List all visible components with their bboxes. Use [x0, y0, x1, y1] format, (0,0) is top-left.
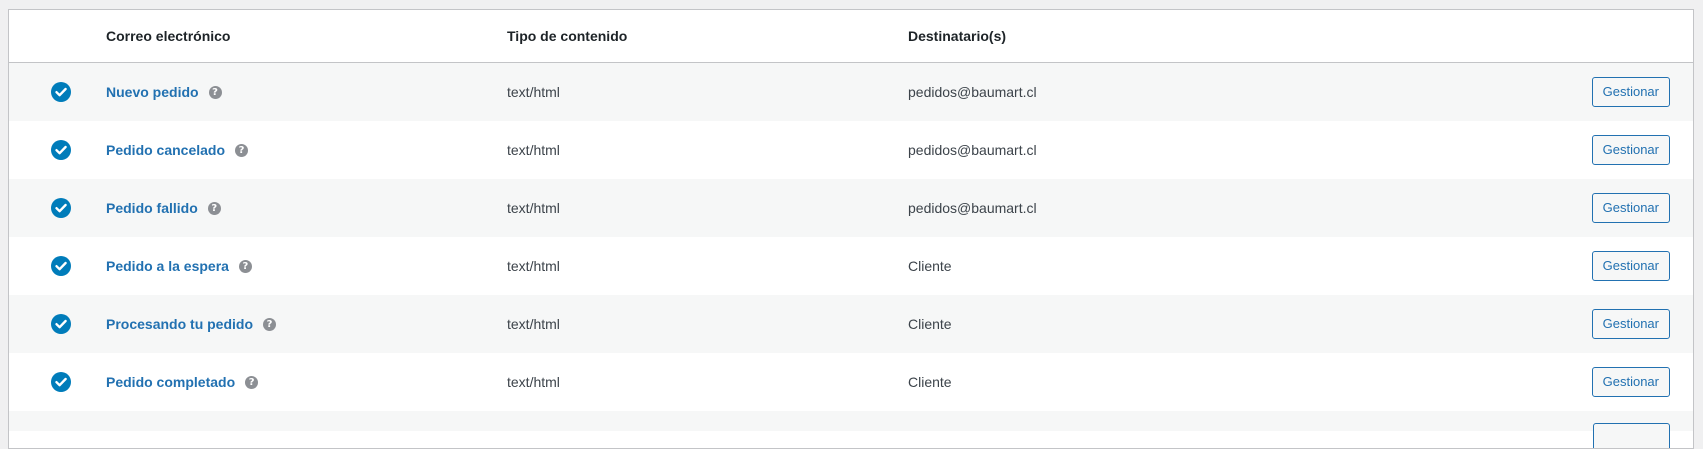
action-cell: Gestionar: [1549, 251, 1693, 281]
table-row: Procesando tu pedido ? text/html Cliente…: [9, 295, 1693, 353]
content-type-cell: text/html: [507, 84, 560, 100]
check-circle-icon: [50, 256, 71, 276]
email-cell: Pedido fallido ?: [106, 200, 507, 216]
recipient-cell: Cliente: [908, 258, 952, 274]
status-cell: [9, 314, 106, 334]
email-name-link[interactable]: Nuevo pedido: [106, 84, 199, 100]
check-circle-icon: [50, 372, 71, 392]
email-cell: Pedido a la espera ?: [106, 258, 507, 274]
help-icon[interactable]: ?: [208, 85, 222, 99]
header-recipients: Destinatario(s): [908, 28, 1007, 44]
manage-button[interactable]: [1593, 423, 1670, 448]
email-cell: Procesando tu pedido ?: [106, 316, 507, 332]
action-cell: Gestionar: [1549, 309, 1693, 339]
content-type-cell: text/html: [507, 258, 560, 274]
check-circle-icon: [50, 140, 71, 160]
action-cell: [1549, 411, 1693, 448]
content-type-cell: text/html: [507, 200, 560, 216]
check-circle-icon: [50, 82, 71, 102]
table-row: Pedido fallido ? text/html pedidos@bauma…: [9, 179, 1693, 237]
action-cell: Gestionar: [1549, 77, 1693, 107]
status-cell: [9, 82, 106, 102]
manage-button[interactable]: Gestionar: [1591, 135, 1670, 165]
content-type-cell: text/html: [507, 316, 560, 332]
help-icon[interactable]: ?: [263, 317, 277, 331]
manage-button[interactable]: Gestionar: [1591, 77, 1670, 107]
recipient-cell: Cliente: [908, 374, 952, 390]
email-name-link[interactable]: Pedido completado: [106, 374, 235, 390]
status-cell: [9, 140, 106, 160]
table-row: [9, 411, 1693, 448]
table-row: Nuevo pedido ? text/html pedidos@baumart…: [9, 63, 1693, 121]
table-row: Pedido completado ? text/html Cliente Ge…: [9, 353, 1693, 411]
action-cell: Gestionar: [1549, 193, 1693, 223]
email-cell: Pedido cancelado ?: [106, 142, 507, 158]
content-type-cell: text/html: [507, 374, 560, 390]
recipient-cell: pedidos@baumart.cl: [908, 84, 1037, 100]
manage-button[interactable]: Gestionar: [1591, 193, 1670, 223]
header-email: Correo electrónico: [106, 28, 231, 44]
action-cell: Gestionar: [1549, 367, 1693, 397]
manage-button[interactable]: Gestionar: [1591, 367, 1670, 397]
header-content-type: Tipo de contenido: [507, 28, 628, 44]
manage-button[interactable]: Gestionar: [1591, 309, 1670, 339]
table-row: Pedido a la espera ? text/html Cliente G…: [9, 237, 1693, 295]
recipient-cell: pedidos@baumart.cl: [908, 200, 1037, 216]
email-name-link[interactable]: Pedido a la espera: [106, 258, 229, 274]
email-cell: Nuevo pedido ?: [106, 84, 507, 100]
check-circle-icon: [50, 198, 71, 218]
email-name-link[interactable]: Pedido fallido: [106, 200, 198, 216]
help-icon[interactable]: ?: [245, 375, 259, 389]
help-icon[interactable]: ?: [207, 201, 221, 215]
help-icon[interactable]: ?: [238, 259, 252, 273]
recipient-cell: Cliente: [908, 316, 952, 332]
email-name-link[interactable]: Pedido cancelado: [106, 142, 225, 158]
check-circle-icon: [50, 314, 71, 334]
manage-button[interactable]: Gestionar: [1591, 251, 1670, 281]
action-cell: Gestionar: [1549, 135, 1693, 165]
status-cell: [9, 256, 106, 276]
status-cell: [9, 198, 106, 218]
email-cell: Pedido completado ?: [106, 374, 507, 390]
help-icon[interactable]: ?: [235, 143, 249, 157]
table-row: Pedido cancelado ? text/html pedidos@bau…: [9, 121, 1693, 179]
content-type-cell: text/html: [507, 142, 560, 158]
email-notifications-table: Correo electrónico Tipo de contenido Des…: [8, 9, 1694, 449]
email-name-link[interactable]: Procesando tu pedido: [106, 316, 253, 332]
status-cell: [9, 372, 106, 392]
recipient-cell: pedidos@baumart.cl: [908, 142, 1037, 158]
table-header: Correo electrónico Tipo de contenido Des…: [9, 10, 1693, 63]
